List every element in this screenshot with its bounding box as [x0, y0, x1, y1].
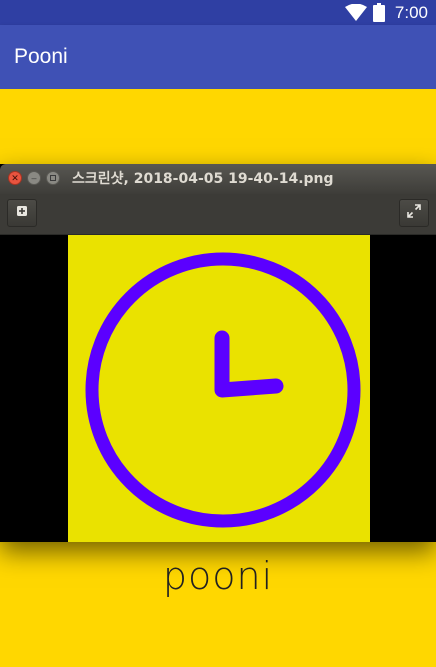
- app-title: Pooni: [14, 45, 68, 68]
- close-icon[interactable]: ✕: [8, 171, 22, 185]
- add-icon: [16, 204, 28, 222]
- status-bar: 7:00: [0, 0, 436, 25]
- app-bar: Pooni: [0, 25, 436, 89]
- add-button[interactable]: [7, 199, 37, 227]
- status-icons: 7:00: [344, 0, 428, 25]
- image-viewer-window: ✕ – 스크린샷, 2018-04-05 19-40-14.png: [0, 164, 436, 542]
- fullscreen-icon: [407, 203, 421, 223]
- viewer-canvas: [0, 235, 436, 542]
- clock-icon: [85, 252, 361, 528]
- minimize-icon[interactable]: –: [27, 171, 41, 185]
- status-time: 7:00: [394, 2, 428, 22]
- app-label: pooni: [162, 554, 274, 598]
- clock-image: [68, 235, 370, 542]
- viewer-titlebar[interactable]: ✕ – 스크린샷, 2018-04-05 19-40-14.png: [0, 164, 436, 194]
- wifi-icon: [344, 4, 367, 21]
- viewer-title: 스크린샷, 2018-04-05 19-40-14.png: [72, 171, 334, 187]
- maximize-icon[interactable]: [46, 171, 60, 185]
- battery-icon: [372, 3, 385, 22]
- viewer-toolbar: [0, 194, 436, 235]
- fullscreen-button[interactable]: [399, 199, 429, 227]
